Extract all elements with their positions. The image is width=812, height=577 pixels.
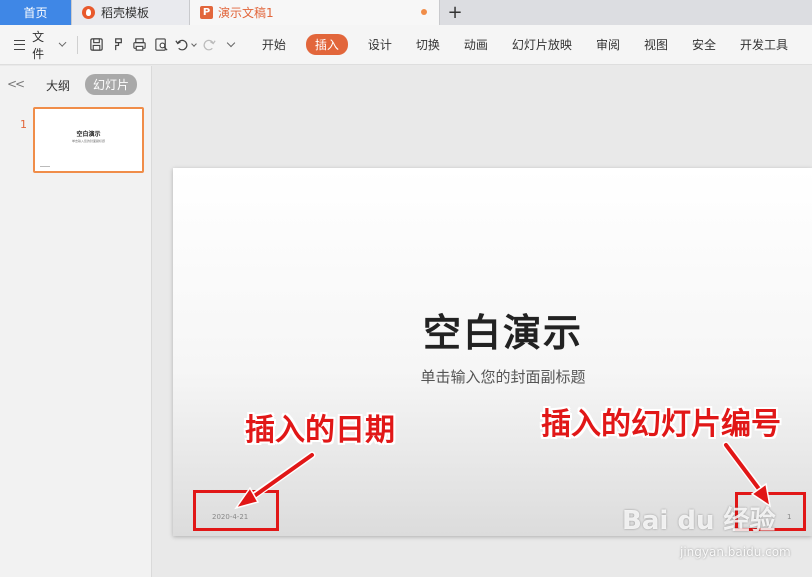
- annotation-number-label: 插入的幻灯片编号: [541, 407, 781, 442]
- save-icon[interactable]: [86, 33, 108, 57]
- daoke-icon: [82, 6, 95, 19]
- undo-dropdown-icon[interactable]: [191, 40, 198, 47]
- ribbon-tab-review[interactable]: 审阅: [596, 36, 620, 53]
- watermark-url: jingyan.baidu.com: [680, 545, 791, 559]
- tab-bar: 首页 稻壳模板 P 演示文稿1 +: [0, 0, 812, 25]
- ribbon-tab-insert[interactable]: 插入: [305, 34, 348, 55]
- tab-home[interactable]: 首页: [0, 0, 72, 25]
- thumbnail-subtitle: 单击输入您的封面副标题: [71, 139, 105, 143]
- tab-home-label: 首页: [23, 6, 48, 20]
- tab-daoke-label: 稻壳模板: [101, 6, 150, 20]
- ribbon-tabs: 开始 插入 设计 切换 动画 幻灯片放映 审阅 视图 安全 开发工具: [262, 34, 812, 55]
- ribbon-tab-slideshow[interactable]: 幻灯片放映: [512, 36, 572, 53]
- plus-icon: +: [447, 2, 463, 23]
- slide-navigation-pane: << 大纲 幻灯片 1 空白演示 单击输入您的封面副标题: [0, 66, 152, 577]
- ribbon-tab-transition[interactable]: 切换: [416, 36, 440, 53]
- tab-doc-label: 演示文稿1: [218, 6, 274, 20]
- chevron-down-icon: [226, 38, 236, 48]
- date-highlight-box: [193, 490, 279, 531]
- ribbon-tab-security[interactable]: 安全: [692, 36, 716, 53]
- collapse-pane-icon[interactable]: <<: [7, 77, 25, 91]
- annotation-date-label: 插入的日期: [245, 413, 395, 448]
- tab-presentation-1[interactable]: P 演示文稿1: [190, 0, 440, 25]
- menu-icon: [14, 39, 26, 50]
- baidu-watermark: Bai du 经验: [622, 506, 776, 536]
- ribbon-tab-animation[interactable]: 动画: [464, 36, 488, 53]
- ribbon-tab-design[interactable]: 设计: [368, 36, 392, 53]
- redo-icon[interactable]: [199, 33, 221, 57]
- tab-daoke-templates[interactable]: 稻壳模板: [72, 0, 190, 25]
- tab-slides[interactable]: 幻灯片: [85, 74, 138, 95]
- thumbnail-title: 空白演示: [76, 131, 101, 138]
- chevron-down-icon: [58, 39, 67, 47]
- more-dropdown-icon[interactable]: [220, 33, 242, 57]
- file-menu-button[interactable]: 文件: [14, 28, 67, 62]
- ribbon-tab-view[interactable]: 视图: [644, 36, 668, 53]
- slide-thumbnail[interactable]: 空白演示 单击输入您的封面副标题: [33, 107, 144, 173]
- tab-outline[interactable]: 大纲: [46, 77, 70, 94]
- thumbnail-slide-number: 1: [20, 118, 27, 131]
- presentation-icon: P: [200, 6, 213, 19]
- print-icon[interactable]: [129, 33, 151, 57]
- format-painter-icon[interactable]: [107, 33, 129, 57]
- toolbar: 文件 开始 插入 设计 切换 动画 幻灯片放映 审阅 视图 安全 开发工具: [0, 25, 812, 65]
- slide-title[interactable]: 空白演示: [173, 302, 812, 357]
- undo-icon[interactable]: [172, 33, 199, 57]
- file-menu-label: 文件: [32, 29, 45, 61]
- print-preview-icon[interactable]: [150, 33, 172, 57]
- ribbon-tab-home[interactable]: 开始: [262, 36, 286, 53]
- thumbnail-date-line: [40, 166, 50, 167]
- ribbon-tab-developer[interactable]: 开发工具: [740, 36, 788, 53]
- new-tab-button[interactable]: +: [440, 0, 470, 25]
- unsaved-dot-icon[interactable]: [421, 9, 427, 15]
- toolbar-divider: [77, 35, 78, 54]
- slide-subtitle[interactable]: 单击输入您的封面副标题: [173, 366, 812, 387]
- slide-canvas[interactable]: 空白演示 单击输入您的封面副标题 2020-4-21 1: [173, 168, 812, 536]
